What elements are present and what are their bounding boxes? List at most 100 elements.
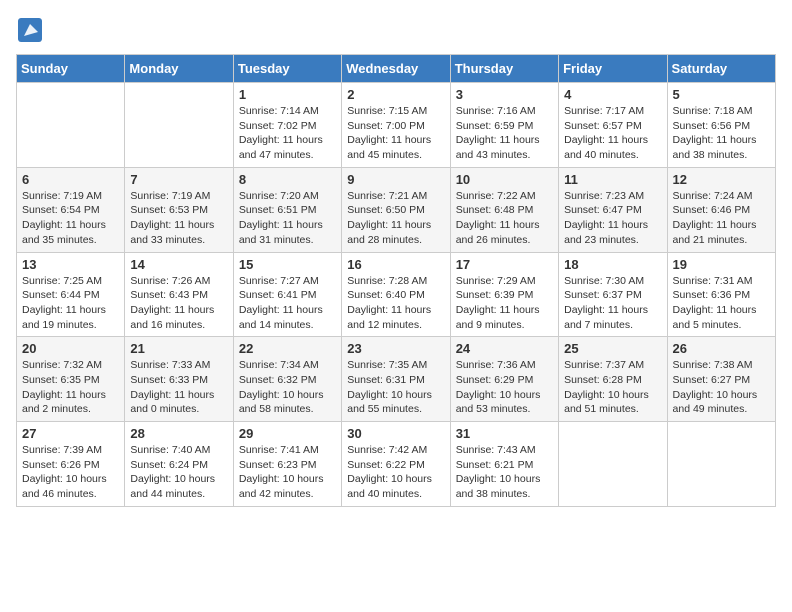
day-cell: 24 Sunrise: 7:36 AM Sunset: 6:29 PM Dayli… — [450, 337, 558, 422]
day-number: 29 — [239, 426, 336, 441]
day-number: 27 — [22, 426, 119, 441]
day-number: 28 — [130, 426, 227, 441]
col-header-monday: Monday — [125, 55, 233, 83]
day-info: Sunrise: 7:41 AM Sunset: 6:23 PM Dayligh… — [239, 443, 336, 502]
day-number: 19 — [673, 257, 770, 272]
day-cell: 3 Sunrise: 7:16 AM Sunset: 6:59 PM Daylig… — [450, 83, 558, 168]
day-number: 24 — [456, 341, 553, 356]
day-number: 11 — [564, 172, 661, 187]
day-cell: 22Sunrise: 7:34 AM Sunset: 6:32 PM Dayli… — [233, 337, 341, 422]
logo — [16, 16, 48, 44]
day-number: 9 — [347, 172, 444, 187]
day-number: 18 — [564, 257, 661, 272]
day-info: Sunrise: 7:22 AM Sunset: 6:48 PM Dayligh… — [456, 189, 553, 248]
day-number: 25 — [564, 341, 661, 356]
day-cell: 27 Sunrise: 7:39 AM Sunset: 6:26 PM Dayli… — [17, 422, 125, 507]
day-info: Sunrise: 7:19 AM Sunset: 6:53 PM Dayligh… — [130, 189, 227, 248]
day-info: Sunrise: 7:36 AM Sunset: 6:29 PM Dayligh… — [456, 358, 553, 417]
day-info: Sunrise: 7:26 AM Sunset: 6:43 PM Dayligh… — [130, 274, 227, 333]
day-number: 16 — [347, 257, 444, 272]
day-cell: 18 Sunrise: 7:30 AM Sunset: 6:37 PM Dayli… — [559, 252, 667, 337]
day-number: 15 — [239, 257, 336, 272]
day-number: 6 — [22, 172, 119, 187]
day-cell: 12 Sunrise: 7:24 AM Sunset: 6:46 PM Dayli… — [667, 167, 775, 252]
day-info: Sunrise: 7:37 AM Sunset: 6:28 PM Dayligh… — [564, 358, 661, 417]
day-number: 21 — [130, 341, 227, 356]
col-header-wednesday: Wednesday — [342, 55, 450, 83]
day-info: Sunrise: 7:21 AM Sunset: 6:50 PM Dayligh… — [347, 189, 444, 248]
day-number: 8 — [239, 172, 336, 187]
day-number: 17 — [456, 257, 553, 272]
day-info: Sunrise: 7:27 AM Sunset: 6:41 PM Dayligh… — [239, 274, 336, 333]
day-number: 3 — [456, 87, 553, 102]
day-number: 2 — [347, 87, 444, 102]
day-cell: 30Sunrise: 7:42 AM Sunset: 6:22 PM Dayli… — [342, 422, 450, 507]
col-header-saturday: Saturday — [667, 55, 775, 83]
day-info: Sunrise: 7:39 AM Sunset: 6:26 PM Dayligh… — [22, 443, 119, 502]
day-cell: 26Sunrise: 7:38 AM Sunset: 6:27 PM Dayli… — [667, 337, 775, 422]
day-info: Sunrise: 7:20 AM Sunset: 6:51 PM Dayligh… — [239, 189, 336, 248]
logo-icon — [16, 16, 44, 44]
day-cell: 21Sunrise: 7:33 AM Sunset: 6:33 PM Dayli… — [125, 337, 233, 422]
day-cell: 28Sunrise: 7:40 AM Sunset: 6:24 PM Dayli… — [125, 422, 233, 507]
day-number: 13 — [22, 257, 119, 272]
day-number: 1 — [239, 87, 336, 102]
day-cell — [125, 83, 233, 168]
day-info: Sunrise: 7:34 AM Sunset: 6:32 PM Dayligh… — [239, 358, 336, 417]
day-info: Sunrise: 7:42 AM Sunset: 6:22 PM Dayligh… — [347, 443, 444, 502]
day-info: Sunrise: 7:16 AM Sunset: 6:59 PM Dayligh… — [456, 104, 553, 163]
day-cell: 31Sunrise: 7:43 AM Sunset: 6:21 PM Dayli… — [450, 422, 558, 507]
day-info: Sunrise: 7:38 AM Sunset: 6:27 PM Dayligh… — [673, 358, 770, 417]
day-cell: 15 Sunrise: 7:27 AM Sunset: 6:41 PM Dayli… — [233, 252, 341, 337]
day-info: Sunrise: 7:18 AM Sunset: 6:56 PM Dayligh… — [673, 104, 770, 163]
day-info: Sunrise: 7:35 AM Sunset: 6:31 PM Dayligh… — [347, 358, 444, 417]
day-info: Sunrise: 7:32 AM Sunset: 6:35 PM Dayligh… — [22, 358, 119, 417]
day-info: Sunrise: 7:24 AM Sunset: 6:46 PM Dayligh… — [673, 189, 770, 248]
day-cell — [17, 83, 125, 168]
day-info: Sunrise: 7:14 AM Sunset: 7:02 PM Dayligh… — [239, 104, 336, 163]
day-info: Sunrise: 7:15 AM Sunset: 7:00 PM Dayligh… — [347, 104, 444, 163]
header-row: SundayMondayTuesdayWednesdayThursdayFrid… — [17, 55, 776, 83]
day-cell: 11 Sunrise: 7:23 AM Sunset: 6:47 PM Dayli… — [559, 167, 667, 252]
day-cell — [559, 422, 667, 507]
week-row-1: 1 Sunrise: 7:14 AM Sunset: 7:02 PM Daylig… — [17, 83, 776, 168]
day-cell: 16 Sunrise: 7:28 AM Sunset: 6:40 PM Dayli… — [342, 252, 450, 337]
day-number: 14 — [130, 257, 227, 272]
week-row-2: 6Sunrise: 7:19 AM Sunset: 6:54 PM Daylig… — [17, 167, 776, 252]
day-info: Sunrise: 7:25 AM Sunset: 6:44 PM Dayligh… — [22, 274, 119, 333]
week-row-5: 27 Sunrise: 7:39 AM Sunset: 6:26 PM Dayli… — [17, 422, 776, 507]
week-row-3: 13 Sunrise: 7:25 AM Sunset: 6:44 PM Dayli… — [17, 252, 776, 337]
day-cell: 20 Sunrise: 7:32 AM Sunset: 6:35 PM Dayli… — [17, 337, 125, 422]
day-cell: 25 Sunrise: 7:37 AM Sunset: 6:28 PM Dayli… — [559, 337, 667, 422]
day-number: 10 — [456, 172, 553, 187]
day-cell: 1 Sunrise: 7:14 AM Sunset: 7:02 PM Daylig… — [233, 83, 341, 168]
day-cell: 29 Sunrise: 7:41 AM Sunset: 6:23 PM Dayli… — [233, 422, 341, 507]
day-number: 12 — [673, 172, 770, 187]
day-info: Sunrise: 7:43 AM Sunset: 6:21 PM Dayligh… — [456, 443, 553, 502]
day-cell: 9 Sunrise: 7:21 AM Sunset: 6:50 PM Daylig… — [342, 167, 450, 252]
day-number: 23 — [347, 341, 444, 356]
col-header-tuesday: Tuesday — [233, 55, 341, 83]
col-header-thursday: Thursday — [450, 55, 558, 83]
day-number: 4 — [564, 87, 661, 102]
day-number: 20 — [22, 341, 119, 356]
day-number: 5 — [673, 87, 770, 102]
day-cell: 7 Sunrise: 7:19 AM Sunset: 6:53 PM Daylig… — [125, 167, 233, 252]
col-header-sunday: Sunday — [17, 55, 125, 83]
day-info: Sunrise: 7:23 AM Sunset: 6:47 PM Dayligh… — [564, 189, 661, 248]
day-cell: 4Sunrise: 7:17 AM Sunset: 6:57 PM Daylig… — [559, 83, 667, 168]
calendar-table: SundayMondayTuesdayWednesdayThursdayFrid… — [16, 54, 776, 507]
day-cell: 8 Sunrise: 7:20 AM Sunset: 6:51 PM Daylig… — [233, 167, 341, 252]
day-number: 7 — [130, 172, 227, 187]
page-header — [16, 16, 776, 44]
week-row-4: 20 Sunrise: 7:32 AM Sunset: 6:35 PM Dayli… — [17, 337, 776, 422]
day-info: Sunrise: 7:28 AM Sunset: 6:40 PM Dayligh… — [347, 274, 444, 333]
day-cell: 19 Sunrise: 7:31 AM Sunset: 6:36 PM Dayli… — [667, 252, 775, 337]
day-cell: 13 Sunrise: 7:25 AM Sunset: 6:44 PM Dayli… — [17, 252, 125, 337]
day-info: Sunrise: 7:29 AM Sunset: 6:39 PM Dayligh… — [456, 274, 553, 333]
day-cell: 6Sunrise: 7:19 AM Sunset: 6:54 PM Daylig… — [17, 167, 125, 252]
day-info: Sunrise: 7:30 AM Sunset: 6:37 PM Dayligh… — [564, 274, 661, 333]
day-cell: 10 Sunrise: 7:22 AM Sunset: 6:48 PM Dayli… — [450, 167, 558, 252]
day-info: Sunrise: 7:31 AM Sunset: 6:36 PM Dayligh… — [673, 274, 770, 333]
day-cell: 5 Sunrise: 7:18 AM Sunset: 6:56 PM Daylig… — [667, 83, 775, 168]
